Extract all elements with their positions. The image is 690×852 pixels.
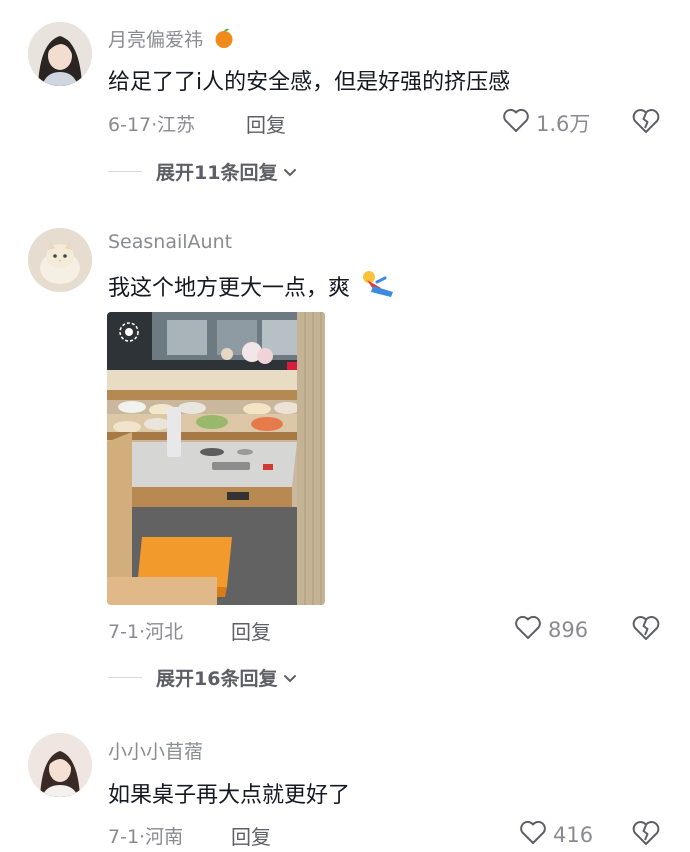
chevron-down-icon [283, 161, 297, 183]
reply-button[interactable]: 回复 [231, 821, 271, 850]
comment-meta: 7-1·河北 [108, 617, 183, 644]
avatar[interactable] [28, 733, 92, 797]
comment-date: 6-17 [108, 114, 152, 136]
like-button[interactable]: 896 [514, 614, 588, 645]
broken-heart-icon [631, 616, 661, 646]
like-button[interactable]: 1.6万 [502, 107, 590, 138]
like-count: 896 [548, 617, 589, 642]
username[interactable]: 小小小苜蓿 [108, 737, 203, 764]
comment-text: 给足了了i人的安全感，但是好强的挤压感 [108, 70, 511, 95]
expand-replies-label: 展开11条回复 [156, 162, 278, 184]
comment-text-content: 我这个地方更大一点，爽 [108, 276, 351, 301]
dislike-button[interactable] [631, 107, 661, 137]
divider-line [108, 677, 142, 678]
comment-location: 河南 [145, 826, 184, 848]
avatar[interactable] [28, 22, 92, 86]
expand-replies-button[interactable]: 展开11条回复 [108, 158, 297, 185]
heart-outline-icon [502, 107, 530, 138]
dislike-button[interactable] [631, 819, 661, 849]
like-button[interactable]: 416 [519, 819, 593, 850]
broken-heart-icon [631, 821, 661, 851]
username[interactable]: 月亮偏爱祎 [108, 25, 235, 54]
avatar[interactable] [28, 228, 92, 292]
username[interactable]: SeasnailAunt [108, 231, 232, 253]
comment-meta: 6-17·江苏 [108, 110, 195, 137]
divider-line [108, 171, 142, 172]
like-count: 1.6万 [536, 111, 591, 136]
username-text: 月亮偏爱祎 [108, 29, 204, 51]
chevron-down-icon [283, 667, 297, 689]
comment-date: 7-1 [108, 826, 140, 848]
comment-meta: 7-1·河南 [108, 822, 183, 849]
comment-text: 如果桌子再大点就更好了 [108, 783, 351, 808]
reply-button[interactable]: 回复 [246, 109, 286, 138]
tangerine-emoji-icon [213, 27, 235, 54]
reply-button[interactable]: 回复 [231, 616, 271, 645]
comment-date: 7-1 [108, 621, 140, 643]
heart-outline-icon [514, 614, 542, 645]
broken-heart-icon [631, 109, 661, 139]
comment-location: 河北 [145, 621, 184, 643]
comment-text: 我这个地方更大一点，爽 [108, 270, 397, 306]
expand-replies-button[interactable]: 展开16条回复 [108, 664, 297, 691]
expand-replies-label: 展开16条回复 [156, 668, 278, 690]
sliding-figure-emoji-icon [359, 270, 397, 306]
like-count: 416 [553, 822, 594, 847]
comment-photo[interactable] [107, 312, 325, 605]
comment-location: 江苏 [157, 114, 196, 136]
dislike-button[interactable] [631, 614, 661, 644]
heart-outline-icon [519, 819, 547, 850]
